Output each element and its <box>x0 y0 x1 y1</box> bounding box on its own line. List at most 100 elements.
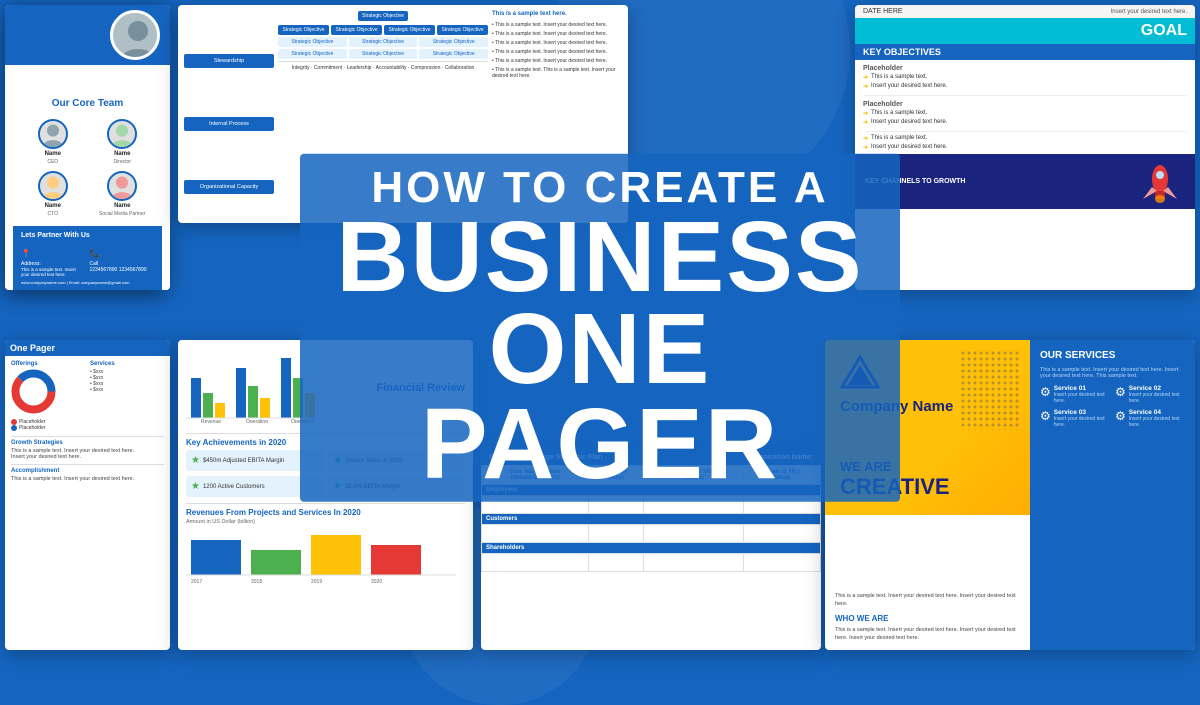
headline-box: HOW TO CREATE A BUSINESS ONE PAGER <box>300 153 900 501</box>
bar-chart: Revenue Operating Profit Operating Margi… <box>186 348 316 423</box>
service-item-4: • $xxx <box>90 387 164 393</box>
strategic-text-4: • This is a sample text. Insert your des… <box>492 49 622 55</box>
service-02-desc: Insert your desired text here. <box>1129 392 1185 404</box>
team-member-1-avatar <box>38 119 68 149</box>
svg-text:2017: 2017 <box>191 579 202 585</box>
fin-divider-2 <box>186 503 465 504</box>
headline-one-pager: ONE PAGER <box>320 302 880 492</box>
arrow-icon-4: ➜ <box>863 119 868 126</box>
one-pager-title: One Pager <box>5 340 170 356</box>
service-01-name: Service 01 <box>1054 385 1110 392</box>
arrow-icon-3: ➜ <box>863 110 868 117</box>
one-pager-divider-1 <box>11 436 164 437</box>
strategic-text-5: • This is a sample text. Insert your des… <box>492 58 622 64</box>
arrow-icon-5: ➜ <box>863 135 868 142</box>
obj-2: Strategic Objective <box>331 25 382 35</box>
bullet-2-2: ➜ Insert your desired text here. <box>863 119 1187 126</box>
services-section: Services • $xxx • $xxx • $xxx • $xxx <box>90 361 164 431</box>
team-member-3: Name CTO <box>21 171 85 217</box>
shareholders-col-3 <box>644 554 744 572</box>
growth-section: Growth Strategies This is a sample text.… <box>11 440 164 460</box>
team-member-2: Name Director <box>91 119 155 165</box>
strategic-left: Stewardship Internal Process Organizatio… <box>184 11 274 217</box>
service-02-name: Service 02 <box>1129 385 1185 392</box>
service-item-04: ⚙ Service 04 Insert your desired text he… <box>1115 409 1185 428</box>
date-label: DATE HERE <box>863 8 903 15</box>
team-member-1: Name CEO <box>21 119 85 165</box>
service-icon-04: ⚙ <box>1115 409 1126 423</box>
bullet-1-1: ➜ This is a sample text. <box>863 74 1187 81</box>
svg-text:Revenue: Revenue <box>201 419 221 423</box>
shareholders-data-row <box>482 554 821 572</box>
obj-row-2: Strategic Objective Strategic Objective … <box>278 37 488 47</box>
svg-text:2018: 2018 <box>251 579 262 585</box>
service-item-03: ⚙ Service 03 Insert your desired text he… <box>1040 409 1110 428</box>
values-row: Integrity · Commitment · Leadership · Ac… <box>278 61 488 71</box>
strategic-right-header: This is a sample text here. <box>492 11 622 17</box>
customers-col-1 <box>482 525 589 543</box>
core-team-card: Our Core Team Name CEO <box>5 5 170 290</box>
core-team-top <box>5 5 170 65</box>
service-04-name: Service 04 <box>1129 409 1185 416</box>
team-member-3-role: CTO <box>48 211 58 217</box>
arrow-icon-6: ➜ <box>863 144 868 151</box>
phone-icon: 📞 <box>90 249 100 258</box>
customers-col-2 <box>589 525 644 543</box>
location-icon: 📍 <box>21 249 31 258</box>
obj-7: Strategic Objective <box>419 37 488 47</box>
core-team-title: Our Core Team <box>13 80 162 114</box>
insert-text: Insert your desired text here. <box>1111 9 1187 15</box>
section-shareholders-row: Shareholders <box>482 543 821 554</box>
core-team-footer: Lets Partner With Us 📍 Address: This is … <box>13 226 162 290</box>
main-headline: HOW TO CREATE A BUSINESS ONE PAGER <box>300 153 900 501</box>
goal-label: GOAL <box>855 18 1195 44</box>
placeholder-1-section: Placeholder ➜ This is a sample text. ➜ I… <box>855 60 1195 95</box>
company-desc: This is a sample text. Insert your desir… <box>835 592 1020 609</box>
obj-10: Strategic Objective <box>419 49 488 59</box>
objectives-title: KEY OBJECTIVES <box>855 44 1195 60</box>
top-obj-row: Strategic Objective <box>278 11 488 21</box>
services-desc: This is a sample text. Insert your desir… <box>1040 367 1185 379</box>
rocket-section: KEY CHANNELS TO GROWTH <box>855 154 1195 209</box>
revenues-subtitle: Amount in US Dollar (billion) <box>186 519 465 525</box>
address-text: This is a sample text. Insert your desir… <box>21 267 86 277</box>
revenues-title: Revenues From Projects and Services In 2… <box>186 508 465 517</box>
placeholder-1-title: Placeholder <box>863 65 1187 72</box>
customers-data-row <box>482 525 821 543</box>
shareholders-col-4 <box>744 554 821 572</box>
service-03-name: Service 03 <box>1054 409 1110 416</box>
obj-1: Strategic Objective <box>278 25 329 35</box>
core-team-main-avatar <box>110 10 160 60</box>
shareholders-col-2 <box>589 554 644 572</box>
placeholder-2-section: Placeholder ➜ This is a sample text. ➜ I… <box>855 96 1195 131</box>
obj-3: Strategic Objective <box>384 25 435 35</box>
strategic-text-3: • This is a sample text. Insert your des… <box>492 40 622 46</box>
accomplishment-text: This is a sample text. Insert your desir… <box>11 476 164 482</box>
bullet-3-2: ➜ Insert your desired text here. <box>863 144 1187 151</box>
call-number: 1234567890 1234567890 <box>90 267 155 273</box>
customers-col-4 <box>744 525 821 543</box>
service-04-content: Service 04 Insert your desired text here… <box>1129 409 1185 428</box>
one-pager-card: One Pager Offerings Placeholder Placehol… <box>5 340 170 650</box>
growth-label: Growth Strategies <box>11 440 164 446</box>
service-item-02: ⚙ Service 02 Insert your desired text he… <box>1115 385 1185 404</box>
one-pager-divider-2 <box>11 464 164 465</box>
services-label: Services <box>90 361 164 367</box>
achievement-icon-1: ★ <box>191 455 200 466</box>
org-capacity-box: Organizational Capacity <box>184 180 274 194</box>
accomplishment-section: Accomplishment This is a sample text. In… <box>11 468 164 482</box>
team-member-4: Name Social Media Partner <box>91 171 155 217</box>
customers-col-3 <box>644 525 744 543</box>
service-03-content: Service 03 Insert your desired text here… <box>1054 409 1110 428</box>
goal-card-top: DATE HERE Insert your desired text here. <box>855 5 1195 18</box>
obj-4: Strategic Objective <box>437 25 488 35</box>
shareholders-col-1 <box>482 554 589 572</box>
growth-text-2: Insert your desired text here. <box>11 454 164 460</box>
headline-business: BUSINESS <box>320 212 880 302</box>
rocket-icon <box>1135 159 1185 204</box>
contact-row: 📍 Address: This is a sample text. Insert… <box>21 243 154 277</box>
obj-5: Strategic Objective <box>278 37 347 47</box>
donut-chart <box>11 369 56 414</box>
obj-6: Strategic Objective <box>349 37 418 47</box>
service-icon-03: ⚙ <box>1040 409 1051 423</box>
